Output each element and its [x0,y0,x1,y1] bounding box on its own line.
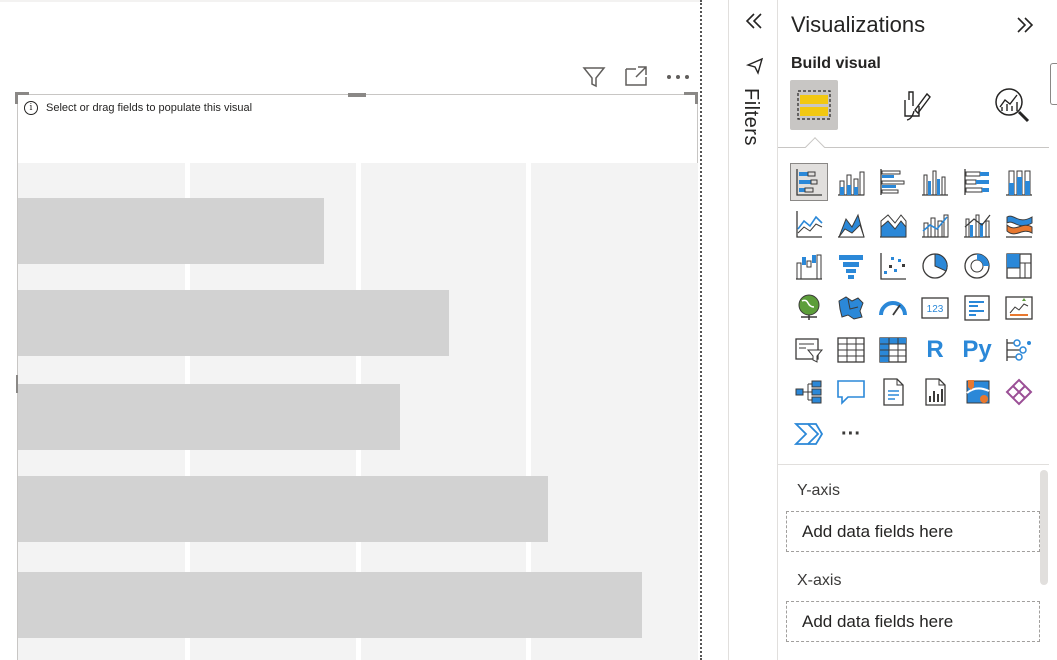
canvas-top-border [0,0,700,2]
power-bi-report-view: i Select or drag fields to populate this… [0,0,1057,660]
multi-row-card-icon[interactable] [958,289,996,327]
visualizations-pane: Visualizations Build visual 123 R Py ···… [778,0,1057,660]
placeholder-bar [18,476,548,542]
matrix-icon[interactable] [874,331,912,369]
filters-pane-collapsed[interactable]: Filters [728,0,778,660]
100-stacked-bar-chart-icon[interactable] [958,163,996,201]
power-apps-icon[interactable] [1000,373,1038,411]
x-axis-well[interactable]: Add data fields here [786,601,1040,642]
python-visual-icon[interactable]: Py [958,331,996,369]
pane-scrollbar[interactable] [1040,470,1048,585]
smart-narrative-icon[interactable] [874,373,912,411]
filter-icon[interactable] [581,64,607,90]
stacked-column-chart-icon[interactable] [832,163,870,201]
treemap-icon[interactable] [1000,247,1038,285]
side-panel-tab[interactable] [1050,63,1057,105]
line-and-stacked-column-chart-icon[interactable] [916,205,954,243]
placeholder-bar-chart [18,163,698,660]
placeholder-bar [18,198,324,264]
arcgis-map-icon[interactable] [958,373,996,411]
py-label: Py [962,336,992,363]
double-chevron-right-icon[interactable] [1014,14,1038,38]
get-more-visuals-icon[interactable]: ··· [832,415,870,453]
placeholder-bar [18,572,642,638]
double-chevron-left-icon[interactable] [743,10,765,34]
map-icon[interactable] [790,289,828,327]
y-axis-label: Y-axis [797,482,840,499]
paginated-report-icon[interactable] [916,373,954,411]
analytics-icon[interactable] [988,80,1036,130]
q-and-a-icon[interactable] [832,373,870,411]
slicer-icon[interactable] [790,331,828,369]
waterfall-chart-icon[interactable] [790,247,828,285]
build-visual-icon[interactable] [790,80,838,130]
svg-text:123: 123 [927,304,944,315]
focus-mode-icon[interactable] [623,64,649,90]
filter-icon [745,56,767,78]
area-chart-icon[interactable] [832,205,870,243]
line-chart-icon[interactable] [790,205,828,243]
x-axis-label: X-axis [797,572,842,589]
clustered-bar-chart-icon[interactable] [874,163,912,201]
kpi-icon[interactable] [1000,289,1038,327]
donut-chart-icon[interactable] [958,247,996,285]
clustered-column-chart-icon[interactable] [916,163,954,201]
stacked-area-chart-icon[interactable] [874,205,912,243]
pie-chart-icon[interactable] [916,247,954,285]
resize-handle-top-right-vertical[interactable] [695,92,698,104]
visualizations-title: Visualizations [791,12,926,37]
table-icon[interactable] [832,331,870,369]
r-script-visual-icon[interactable]: R [916,331,954,369]
mode-selection-notch [805,137,825,157]
wells-divider [778,464,1049,465]
more-options-icon[interactable] [665,64,691,90]
r-label: R [926,336,944,363]
filled-map-icon[interactable] [832,289,870,327]
more-visuals-label: ··· [841,422,861,445]
report-canvas[interactable]: i Select or drag fields to populate this… [0,0,700,660]
page-boundary [700,0,702,660]
visual-hint: i Select or drag fields to populate this… [24,101,252,115]
visual-header [578,64,698,90]
placeholder-bar [18,290,449,356]
y-axis-well[interactable]: Add data fields here [786,511,1040,552]
card-icon[interactable]: 123 [916,289,954,327]
gauge-icon[interactable] [874,289,912,327]
format-visual-icon[interactable] [891,80,939,130]
resize-handle-top[interactable] [348,93,366,97]
stacked-bar-chart-icon[interactable] [790,163,828,201]
funnel-chart-icon[interactable] [832,247,870,285]
ribbon-chart-icon[interactable] [1000,205,1038,243]
key-influencers-icon[interactable] [1000,331,1038,369]
line-and-clustered-column-chart-icon[interactable] [958,205,996,243]
info-icon: i [24,101,38,115]
100-stacked-column-chart-icon[interactable] [1000,163,1038,201]
scatter-chart-icon[interactable] [874,247,912,285]
decomposition-tree-icon[interactable] [790,373,828,411]
filters-label[interactable]: Filters [739,88,762,146]
visual-hint-text: Select or drag fields to populate this v… [46,102,253,114]
placeholder-bar [18,384,400,450]
build-visual-label: Build visual [791,55,881,72]
power-automate-icon[interactable] [790,415,828,453]
resize-handle-top-left-vertical[interactable] [15,92,18,104]
